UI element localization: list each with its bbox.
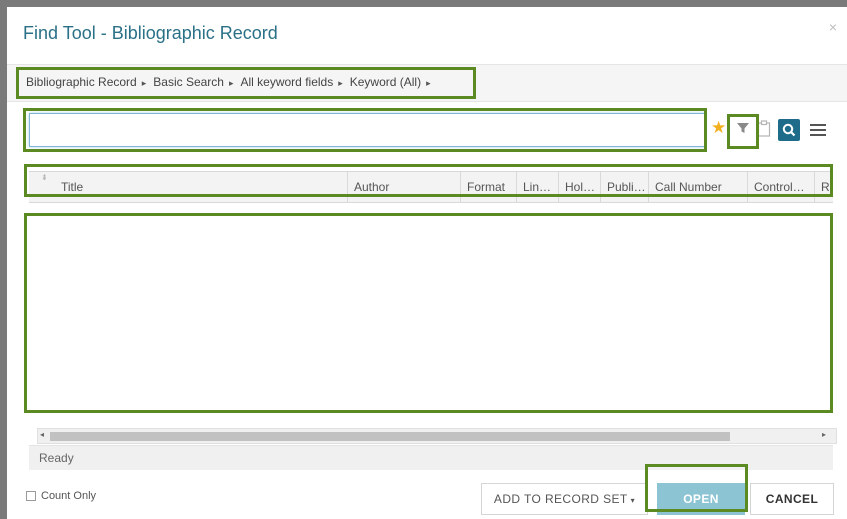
chevron-down-icon: ▾ [630, 496, 636, 505]
column-header-title[interactable]: Title [55, 172, 347, 202]
breadcrumb-item-all-keyword-fields[interactable]: All keyword fields [241, 75, 334, 89]
close-icon[interactable]: × [829, 19, 837, 35]
breadcrumb-separator-icon: ▸ [228, 78, 234, 88]
add-to-record-set-button[interactable]: ADD TO RECORD SET ▾ [481, 483, 648, 515]
search-button[interactable] [778, 119, 800, 141]
scrollbar-thumb[interactable] [50, 432, 730, 441]
breadcrumb-separator-icon: ▸ [338, 78, 343, 88]
column-header-format[interactable]: Format [460, 172, 516, 202]
breadcrumb-item-keyword-all[interactable]: Keyword (All) [350, 75, 421, 89]
scroll-left-icon[interactable]: ◂ [40, 430, 44, 439]
column-header-call-number[interactable]: Call Number [648, 172, 747, 202]
column-header-links[interactable]: Lin… [516, 172, 558, 202]
filter-icon[interactable] [736, 121, 750, 138]
cancel-button[interactable]: CANCEL [750, 483, 834, 515]
menu-icon[interactable] [810, 123, 826, 140]
breadcrumb-separator-icon: ▸ [426, 78, 431, 88]
results-grid-header: ⇟ Title Author Format Lin… Hol… Publi… C… [29, 171, 833, 203]
dialog-title-bar: Find Tool - Bibliographic Record × [7, 7, 847, 63]
search-icon [782, 123, 796, 137]
count-only-checkbox[interactable] [26, 491, 36, 501]
column-header-control[interactable]: Control… [747, 172, 814, 202]
scroll-right-icon[interactable]: ▸ [822, 430, 826, 439]
breadcrumb-separator-icon: ▸ [141, 78, 147, 88]
find-tool-dialog: Find Tool - Bibliographic Record × Bibli… [7, 7, 847, 519]
open-button[interactable]: OPEN [657, 483, 745, 515]
column-header-publication[interactable]: Publi… [600, 172, 648, 202]
clipboard-icon[interactable] [757, 120, 771, 140]
results-grid-body [29, 203, 833, 428]
star-icon[interactable]: ★ [711, 118, 726, 138]
count-only-label[interactable]: Count Only [41, 490, 96, 502]
status-bar: Ready [29, 445, 833, 470]
sort-pin-icon[interactable]: ⇟ [41, 173, 48, 182]
breadcrumb-item-basic-search[interactable]: Basic Search [153, 75, 224, 89]
breadcrumb-bar: Bibliographic Record ▸ Basic Search ▸ All ke… [7, 64, 847, 102]
search-input[interactable] [29, 113, 705, 147]
breadcrumb-item-bibliographic-record[interactable]: Bibliographic Record [26, 75, 137, 89]
column-header-holdings[interactable]: Hol… [558, 172, 600, 202]
status-text: Ready [39, 451, 74, 465]
column-header-author[interactable]: Author [347, 172, 460, 202]
column-header-re[interactable]: Re [814, 172, 833, 202]
count-only-option[interactable]: Count Only [26, 490, 96, 502]
add-to-record-set-label: ADD TO RECORD SET [493, 492, 628, 506]
horizontal-scrollbar[interactable]: ◂ ▸ [37, 428, 837, 444]
dialog-title: Find Tool - Bibliographic Record [23, 23, 278, 43]
breadcrumb: Bibliographic Record ▸ Basic Search ▸ All ke… [26, 75, 438, 89]
